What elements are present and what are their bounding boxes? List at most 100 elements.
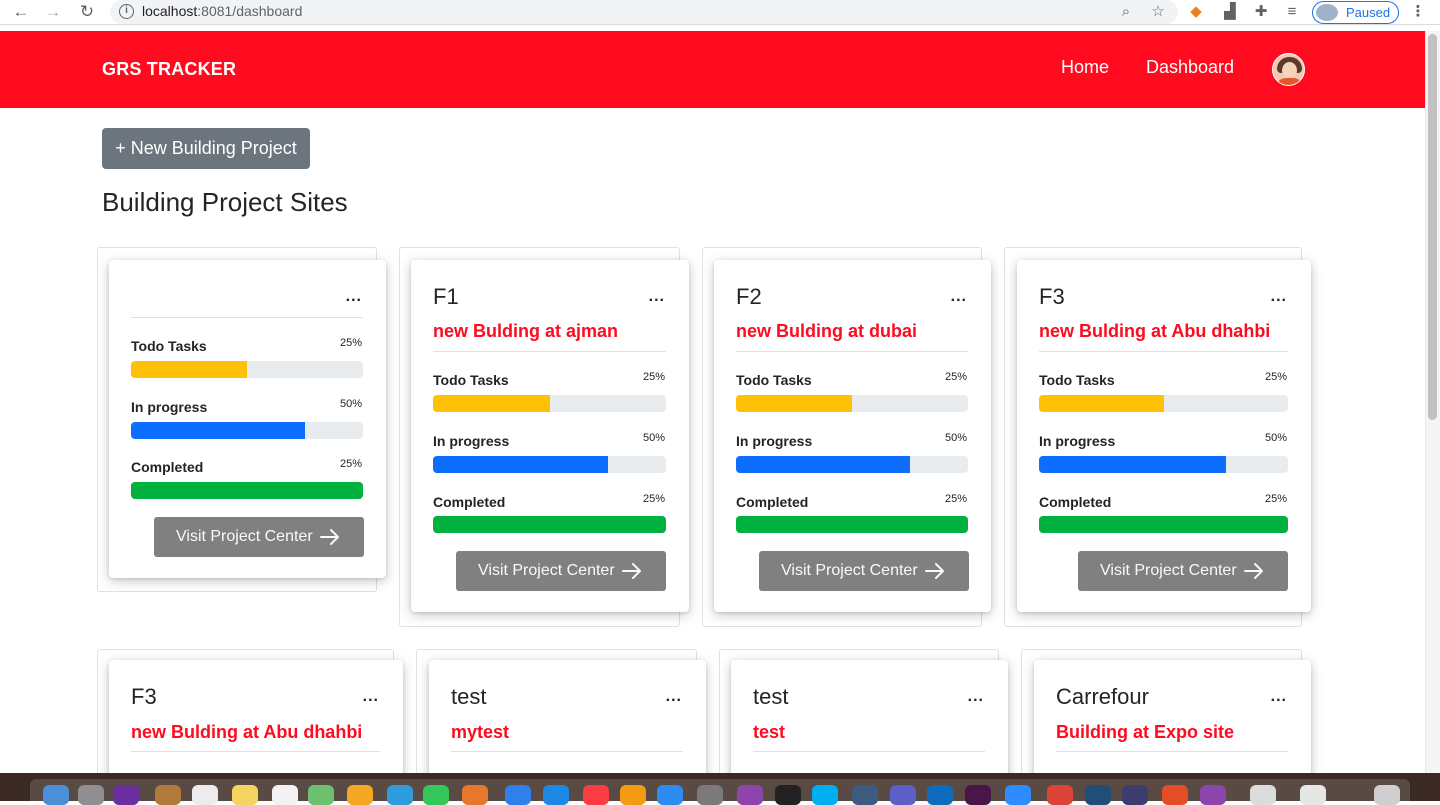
forward-arrow-icon[interactable]: → (43, 2, 63, 22)
music-icon[interactable] (583, 785, 609, 805)
extensions-puzzle-icon[interactable]: ✚ (1252, 3, 1270, 21)
card-menu-icon[interactable]: ... (968, 688, 984, 706)
pages-icon[interactable] (462, 785, 488, 805)
visit-project-center-button[interactable]: Visit Project Center (456, 551, 666, 591)
finder-icon[interactable] (43, 785, 69, 805)
visit-button-label: Visit Project Center (478, 562, 615, 579)
teams-icon[interactable] (890, 785, 916, 805)
in-progress-percent: 50% (340, 398, 363, 410)
visual-studio-icon[interactable] (737, 785, 763, 805)
completed-percent: 25% (643, 493, 666, 505)
system-preferences-icon[interactable] (697, 785, 723, 805)
github-desktop-icon[interactable] (1200, 785, 1226, 805)
scrollbar-thumb[interactable] (1428, 34, 1437, 420)
card-menu-icon[interactable]: ... (1271, 288, 1287, 306)
card-menu-icon[interactable]: ... (951, 288, 967, 306)
project-card: F1 ... new Bulding at ajman Todo Tasks 2… (411, 260, 689, 612)
card-menu-icon[interactable]: ... (363, 688, 379, 706)
project-card: F3 ... new Bulding at Abu dhahbi Todo Ta… (1017, 260, 1311, 612)
todo-label: Todo Tasks (1039, 372, 1115, 388)
project-card: Carrefour ... Building at Expo site (1034, 660, 1311, 790)
completed-bar (1039, 516, 1288, 533)
chrome-icon[interactable] (1047, 785, 1073, 805)
nav-link-home[interactable]: Home (1061, 57, 1109, 78)
media-queue-icon[interactable]: ≡ (1283, 3, 1301, 21)
app-store-icon[interactable] (657, 785, 683, 805)
app-icon[interactable] (852, 785, 878, 805)
notes-icon[interactable] (232, 785, 258, 805)
project-name: F2 (736, 284, 762, 309)
browser-menu-icon[interactable]: ⋮ (1409, 3, 1427, 21)
metamask-extension-icon[interactable]: ◆ (1187, 3, 1205, 21)
terminal-icon[interactable] (775, 785, 801, 805)
downloads-stack-icon[interactable] (1250, 785, 1276, 805)
visit-project-center-button[interactable]: Visit Project Center (154, 517, 364, 557)
new-building-project-button[interactable]: + New Building Project (102, 128, 310, 169)
in-progress-bar (736, 456, 968, 473)
todo-percent: 25% (643, 371, 666, 383)
project-name: Carrefour (1056, 684, 1149, 709)
todo-progress-bar (433, 395, 666, 412)
project-subtitle: mytest (451, 722, 510, 742)
slack-icon[interactable] (965, 785, 991, 805)
app-icon[interactable] (1162, 785, 1188, 805)
visit-button-label: Visit Project Center (781, 562, 918, 579)
project-card: F2 ... new Bulding at dubai Todo Tasks 2… (714, 260, 991, 612)
project-subtitle: new Bulding at Abu dhahbi (1039, 321, 1271, 341)
app-icon[interactable] (1122, 785, 1148, 805)
calendar-icon[interactable] (192, 785, 218, 805)
card-divider (736, 351, 968, 352)
maps-icon[interactable] (308, 785, 334, 805)
card-menu-icon[interactable]: ... (666, 688, 682, 706)
project-name: F3 (1039, 284, 1065, 309)
card-menu-icon[interactable]: ... (1271, 688, 1287, 706)
facetime-icon[interactable] (423, 785, 449, 805)
skype-icon[interactable] (812, 785, 838, 805)
vscode-icon[interactable] (1085, 785, 1111, 805)
visit-project-center-button[interactable]: Visit Project Center (1078, 551, 1288, 591)
photos-icon[interactable] (347, 785, 373, 805)
books-icon[interactable] (620, 785, 646, 805)
documents-stack-icon[interactable] (1300, 785, 1326, 805)
trash-icon[interactable] (1374, 785, 1400, 805)
messages-icon[interactable] (387, 785, 413, 805)
card-menu-icon[interactable]: ... (649, 288, 665, 306)
back-arrow-icon[interactable]: ← (11, 2, 31, 22)
user-avatar[interactable] (1272, 53, 1305, 86)
contacts-icon[interactable] (155, 785, 181, 805)
zoom-app-icon[interactable] (1005, 785, 1031, 805)
project-subtitle: new Bulding at ajman (433, 321, 619, 341)
nav-link-dashboard[interactable]: Dashboard (1146, 57, 1234, 78)
numbers-icon[interactable] (505, 785, 531, 805)
visit-project-center-button[interactable]: Visit Project Center (759, 551, 969, 591)
outlook-icon[interactable] (927, 785, 953, 805)
card-divider (451, 751, 683, 752)
zoom-icon[interactable]: ⌕ (1117, 3, 1135, 21)
analytics-extension-icon[interactable]: ▟ (1221, 3, 1239, 21)
page-title: Building Project Sites (102, 187, 348, 217)
profile-button[interactable]: Paused (1312, 1, 1399, 24)
url-host: localhost (142, 3, 198, 19)
launchpad-icon[interactable] (78, 785, 104, 805)
reminders-icon[interactable] (272, 785, 298, 805)
arrow-right-icon (622, 563, 641, 579)
url-text[interactable]: localhost:8081/dashboard (142, 3, 302, 19)
card-menu-icon[interactable]: ... (346, 288, 362, 306)
todo-label: Todo Tasks (433, 372, 509, 388)
bookmark-star-icon[interactable]: ☆ (1149, 3, 1167, 21)
project-name: test (451, 684, 487, 709)
site-info-icon[interactable]: i (119, 4, 134, 19)
todo-progress-fill (736, 395, 852, 412)
in-progress-bar (131, 422, 363, 439)
card-divider (433, 351, 666, 352)
completed-percent: 25% (340, 458, 363, 470)
card-divider (1056, 751, 1288, 752)
brand-logo[interactable]: GRS TRACKER (102, 59, 236, 80)
project-subtitle: new Bulding at dubai (736, 321, 917, 341)
reload-icon[interactable]: ↻ (77, 2, 97, 22)
card-divider (1039, 351, 1288, 352)
siri-icon[interactable] (113, 785, 139, 805)
in-progress-label: In progress (1039, 433, 1116, 449)
visit-button-label: Visit Project Center (1100, 562, 1237, 579)
keynote-icon[interactable] (543, 785, 569, 805)
